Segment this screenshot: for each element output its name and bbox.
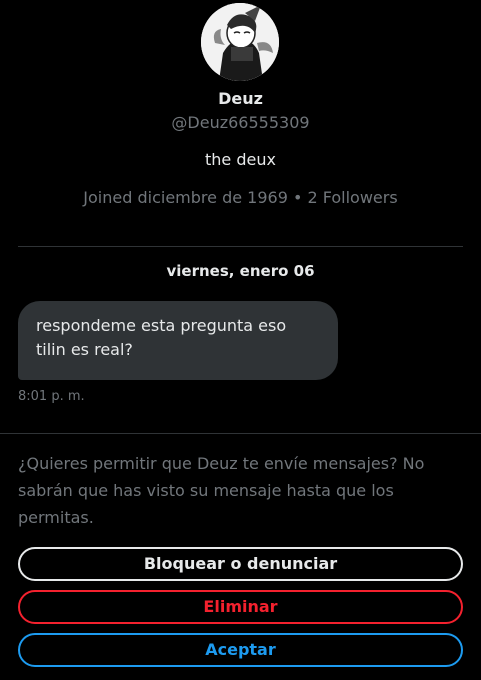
delete-button[interactable]: Eliminar [18,590,463,624]
block-report-button[interactable]: Bloquear o denunciar [18,547,463,581]
divider [18,246,463,247]
date-separator: viernes, enero 06 [166,262,315,280]
message-bubble[interactable]: respondeme esta pregunta eso tilin es re… [18,301,338,380]
avatar-illustration-icon [201,3,279,81]
avatar[interactable] [201,3,279,81]
accept-button[interactable]: Aceptar [18,633,463,667]
profile-meta: Joined diciembre de 1969 • 2 Followers [83,188,398,207]
divider [0,433,481,434]
message-request-prompt: ¿Quieres permitir que Deuz te envíe mens… [18,454,425,527]
message-timestamp: 8:01 p. m. [18,389,85,404]
profile-handle[interactable]: @Deuz66555309 [0,113,481,132]
profile-name[interactable]: Deuz [0,89,481,108]
profile-bio: the deux [205,150,276,169]
